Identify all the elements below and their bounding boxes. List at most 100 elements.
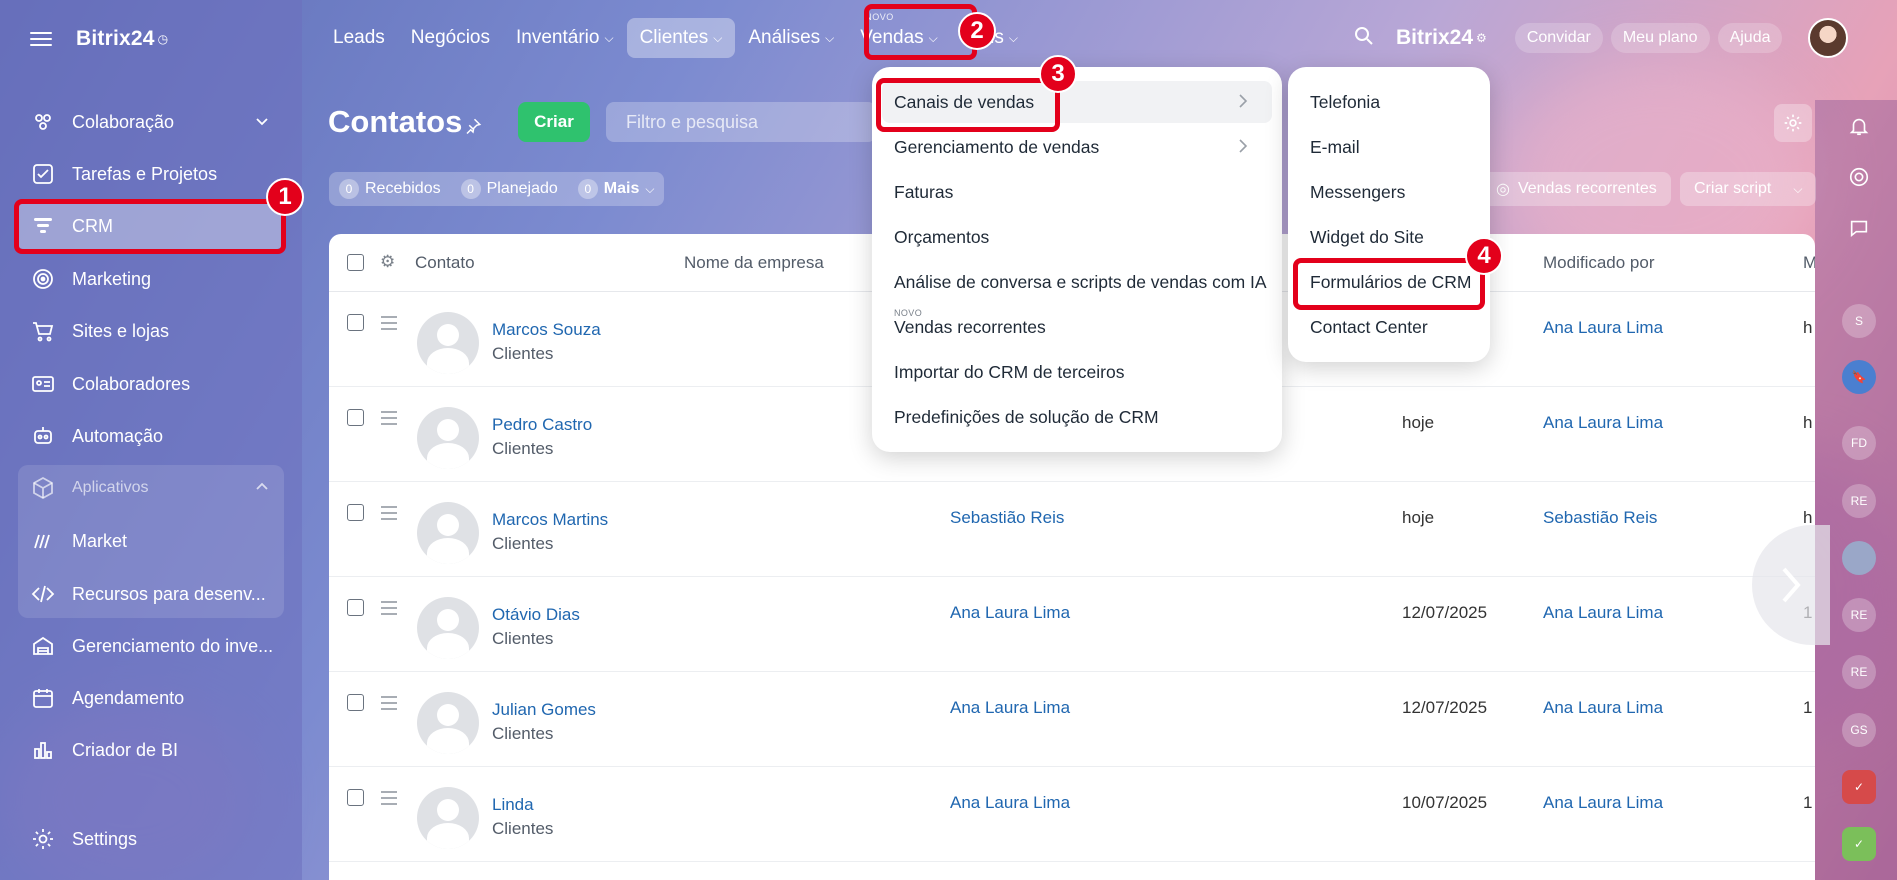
sidebar-item-colaboradores[interactable]: Colaboradores: [16, 361, 284, 407]
sidebar-item-settings[interactable]: Settings: [16, 816, 284, 862]
table-row[interactable]: Julian Gomes Clientes Ana Laura Lima 12/…: [329, 672, 1815, 767]
plan-button[interactable]: Meu plano: [1610, 23, 1710, 53]
help-button[interactable]: Ajuda: [1717, 23, 1783, 53]
modified-by-link[interactable]: Ana Laura Lima: [1543, 318, 1663, 338]
drag-handle-icon[interactable]: [381, 601, 397, 619]
responsible-link[interactable]: Ana Laura Lima: [950, 698, 1070, 718]
sidebar-item-recursos[interactable]: Recursos para desenv...: [16, 571, 284, 617]
row-checkbox[interactable]: [347, 599, 364, 616]
row-checkbox[interactable]: [347, 409, 364, 426]
done-icon[interactable]: ✓: [1842, 827, 1876, 861]
responsible-link[interactable]: Sebastião Reis: [950, 508, 1064, 528]
menu-item-contact-center[interactable]: Contact Center: [1298, 306, 1480, 348]
tab-clientes[interactable]: Clientes ⌵: [626, 18, 736, 58]
table-row[interactable]: Marcos Martins Clientes Sebastião Reis h…: [329, 482, 1815, 577]
modified-by-link[interactable]: Ana Laura Lima: [1543, 698, 1663, 718]
counter-mais[interactable]: 0 Mais ⌵: [577, 179, 654, 199]
tab-negocios[interactable]: Negócios: [398, 18, 503, 58]
column-more[interactable]: M: [1803, 253, 1815, 273]
bell-icon[interactable]: [1842, 109, 1876, 143]
column-empresa[interactable]: Nome da empresa: [684, 253, 824, 273]
row-checkbox[interactable]: [347, 504, 364, 521]
sidebar-item-sites[interactable]: Sites e lojas: [16, 308, 284, 354]
chevron-down-icon[interactable]: [254, 113, 270, 134]
rail-avatar[interactable]: RE: [1842, 655, 1876, 689]
menu-item-faturas[interactable]: Faturas: [882, 171, 1272, 213]
row-checkbox[interactable]: [347, 694, 364, 711]
drag-handle-icon[interactable]: [381, 791, 397, 809]
modified-by-link[interactable]: Ana Laura Lima: [1543, 413, 1663, 433]
drag-handle-icon[interactable]: [381, 316, 397, 334]
tab-inventario[interactable]: Inventário ⌵: [503, 18, 627, 58]
menu-item-vendas-recorrentes[interactable]: NOVO Vendas recorrentes: [882, 306, 1272, 348]
search-icon[interactable]: [1354, 26, 1374, 51]
menu-item-orcamentos[interactable]: Orçamentos: [882, 216, 1272, 258]
menu-item-messengers[interactable]: Messengers: [1298, 171, 1480, 213]
contact-name[interactable]: Marcos Souza: [492, 320, 601, 340]
rail-avatar[interactable]: GS: [1842, 713, 1876, 747]
tab-leads[interactable]: Leads: [320, 18, 398, 58]
brand-logo[interactable]: Bitrix24: [76, 27, 155, 51]
contact-name[interactable]: Julian Gomes: [492, 700, 596, 720]
sidebar-item-colaboracao[interactable]: Colaboração: [16, 99, 284, 145]
invite-button[interactable]: Convidar: [1514, 23, 1603, 53]
rail-avatar[interactable]: RE: [1842, 484, 1876, 518]
contact-name[interactable]: Linda: [492, 795, 534, 815]
bookmark-icon[interactable]: 🔖: [1842, 360, 1876, 394]
sidebar-item-inventario[interactable]: Gerenciamento do inve...: [16, 623, 284, 669]
copilot-icon[interactable]: [1842, 160, 1876, 194]
filter-search-input[interactable]: [606, 102, 876, 142]
user-avatar[interactable]: [1808, 18, 1849, 58]
sidebar-item-agendamento[interactable]: Agendamento: [16, 675, 284, 721]
drag-handle-icon[interactable]: [381, 411, 397, 429]
column-modificado-por[interactable]: Modificado por: [1543, 253, 1655, 273]
create-script-button[interactable]: Criar script ⌵: [1680, 172, 1817, 206]
sidebar-item-tarefas[interactable]: Tarefas e Projetos: [16, 151, 284, 197]
menu-icon[interactable]: [30, 31, 52, 47]
task-icon[interactable]: ✓: [1842, 770, 1876, 804]
row-checkbox[interactable]: [347, 314, 364, 331]
row-checkbox[interactable]: [347, 789, 364, 806]
chat-icon[interactable]: [1842, 211, 1876, 245]
rail-avatar[interactable]: FD: [1842, 426, 1876, 460]
drag-handle-icon[interactable]: [381, 506, 397, 524]
menu-item-email[interactable]: E-mail: [1298, 126, 1480, 168]
recurring-sales-button[interactable]: ◎ Vendas recorrentes: [1482, 172, 1671, 206]
modified-by-link[interactable]: Ana Laura Lima: [1543, 793, 1663, 813]
counter-recebidos[interactable]: 0 Recebidos: [339, 179, 441, 199]
drag-handle-icon[interactable]: [381, 696, 397, 714]
create-button[interactable]: Criar: [518, 102, 590, 142]
counter-planejado[interactable]: 0 Planejado: [460, 179, 558, 199]
modified-by-link[interactable]: Sebastião Reis: [1543, 508, 1657, 528]
chevron-up-icon[interactable]: [254, 479, 270, 500]
menu-item-telefonia[interactable]: Telefonia: [1298, 81, 1480, 123]
table-row[interactable]: Linda Clientes Ana Laura Lima 10/07/2025…: [329, 767, 1815, 862]
column-contato[interactable]: Contato: [415, 253, 475, 273]
modified-by-link[interactable]: Ana Laura Lima: [1543, 603, 1663, 623]
pin-icon[interactable]: [464, 117, 482, 140]
contact-name[interactable]: Otávio Dias: [492, 605, 580, 625]
responsible-link[interactable]: Ana Laura Lima: [950, 793, 1070, 813]
rail-avatar[interactable]: S: [1842, 304, 1876, 338]
menu-item-importar-crm[interactable]: Importar do CRM de terceiros: [882, 351, 1272, 393]
sidebar-item-market[interactable]: Market: [16, 518, 284, 564]
brand-logo-top[interactable]: Bitrix24: [1396, 26, 1473, 50]
settings-sliders-icon[interactable]: ⚙: [1476, 31, 1487, 45]
rail-avatar[interactable]: RE: [1842, 598, 1876, 632]
menu-item-gerenciamento-de-vendas[interactable]: Gerenciamento de vendas: [882, 126, 1272, 168]
menu-item-analise-conversa[interactable]: Análise de conversa e scripts de vendas …: [882, 261, 1272, 303]
sidebar-item-automacao[interactable]: Automação: [16, 413, 284, 459]
tab-analises[interactable]: Análises ⌵: [735, 18, 847, 58]
contact-name[interactable]: Pedro Castro: [492, 415, 592, 435]
select-all-checkbox[interactable]: [347, 254, 364, 271]
table-row[interactable]: Otávio Dias Clientes Ana Laura Lima 12/0…: [329, 577, 1815, 672]
rail-avatar-photo[interactable]: [1842, 541, 1876, 575]
sidebar-item-bi[interactable]: Criador de BI: [16, 727, 284, 773]
responsible-link[interactable]: Ana Laura Lima: [950, 603, 1070, 623]
gear-icon[interactable]: [1774, 104, 1812, 142]
contact-name[interactable]: Marcos Martins: [492, 510, 608, 530]
sidebar-group-aplicativos[interactable]: Aplicativos: [16, 465, 284, 511]
sidebar-item-marketing[interactable]: Marketing: [16, 256, 284, 302]
gear-icon[interactable]: ⚙: [380, 252, 395, 272]
menu-item-predefinicoes[interactable]: Predefinições de solução de CRM: [882, 396, 1272, 438]
